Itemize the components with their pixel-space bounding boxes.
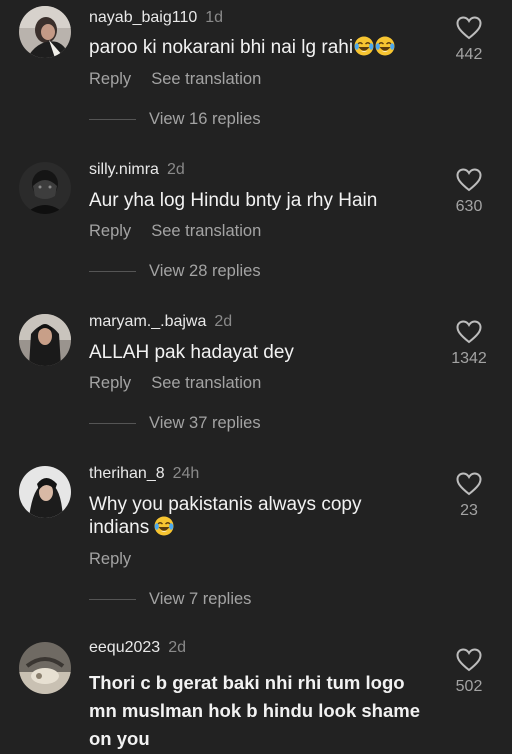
comment-text-content: Thori c b gerat baki nhi rhi tum logo mn… (89, 672, 420, 749)
view-replies-label: View 16 replies (149, 110, 261, 128)
like-button[interactable]: 502 (444, 648, 494, 696)
like-count: 630 (455, 198, 483, 215)
view-replies-label: View 28 replies (149, 262, 261, 280)
comment-actions: Reply See translation (89, 372, 261, 394)
divider-line (89, 599, 136, 601)
like-button[interactable]: 630 (444, 168, 494, 216)
comment-text-line-2: indians (89, 517, 150, 538)
like-count: 23 (460, 502, 478, 519)
see-translation-button[interactable]: See translation (151, 374, 261, 392)
comments-list: nayab_baig110 1d paroo ki nokarani bhi na… (0, 0, 512, 754)
comment-text-content: Aur yha log Hindu bnty ja rhy Hain (89, 190, 378, 211)
avatar[interactable] (19, 314, 71, 366)
avatar[interactable] (19, 162, 71, 214)
view-replies-button[interactable]: View 28 replies (89, 259, 261, 283)
avatar[interactable] (19, 642, 71, 694)
like-button[interactable]: 1342 (444, 320, 494, 368)
see-translation-button[interactable]: See translation (151, 222, 261, 240)
comment-age: 2d (166, 161, 185, 178)
username[interactable]: nayab_baig110 (89, 9, 197, 26)
comment-text: Thori c b gerat baki nhi rhi tum logo mn… (89, 669, 434, 753)
username[interactable]: eequ2023 (89, 639, 160, 656)
divider-line (89, 271, 136, 273)
view-replies-button[interactable]: View 37 replies (89, 411, 261, 435)
avatar[interactable] (19, 466, 71, 518)
reply-button[interactable]: Reply (89, 550, 131, 568)
view-replies-label: View 37 replies (149, 414, 261, 432)
comment-text-content: ALLAH pak hadayat dey (89, 342, 294, 363)
like-count: 442 (455, 46, 483, 63)
view-replies-button[interactable]: View 7 replies (89, 587, 251, 611)
comment-header: silly.nimra 2d (89, 159, 185, 181)
heart-outline-icon (456, 16, 482, 40)
username[interactable]: silly.nimra (89, 161, 159, 178)
comment-text-line-1: Why you pakistanis always copy (89, 494, 362, 515)
comment-header: therihan_8 24h (89, 463, 199, 485)
comment-age: 24h (172, 465, 200, 482)
reply-button[interactable]: Reply (89, 374, 131, 392)
comment-age: 2d (168, 639, 186, 656)
like-count: 1342 (451, 350, 487, 367)
reply-button[interactable]: Reply (89, 70, 131, 88)
comment-text: ALLAH pak hadayat dey (89, 341, 429, 364)
divider-line (89, 423, 136, 425)
like-count: 502 (455, 678, 483, 695)
comment-actions: Reply See translation (89, 68, 261, 90)
face-with-tears-of-joy-icon (354, 36, 374, 56)
username[interactable]: maryam._.bajwa (89, 313, 206, 330)
comment-actions: Reply See translation (89, 220, 261, 242)
face-with-tears-of-joy-icon (375, 36, 395, 56)
face-with-tears-of-joy-icon (154, 516, 174, 536)
view-replies-button[interactable]: View 16 replies (89, 107, 261, 131)
divider-line (89, 119, 136, 121)
comment-text: Why you pakistanis always copy indians (89, 493, 429, 539)
comment-header: nayab_baig110 1d (89, 7, 223, 29)
view-replies-label: View 7 replies (149, 590, 252, 608)
comment-actions: Reply (89, 548, 131, 570)
comment-header: maryam._.bajwa 2d (89, 311, 232, 333)
heart-outline-icon (456, 472, 482, 496)
comment-age: 2d (214, 313, 233, 330)
comment-text: Aur yha log Hindu bnty ja rhy Hain (89, 189, 429, 212)
comment-header: eequ2023 2d (89, 637, 186, 659)
reply-button[interactable]: Reply (89, 222, 131, 240)
heart-outline-icon (456, 168, 482, 192)
heart-outline-icon (456, 648, 482, 672)
comment-age: 1d (205, 9, 224, 26)
avatar[interactable] (19, 6, 71, 58)
comment-text-content: paroo ki nokarani bhi nai lg rahi (89, 37, 354, 58)
username[interactable]: therihan_8 (89, 465, 165, 482)
heart-outline-icon (456, 320, 482, 344)
comment-text: paroo ki nokarani bhi nai lg rahi (89, 36, 429, 59)
like-button[interactable]: 442 (444, 16, 494, 64)
see-translation-button[interactable]: See translation (151, 70, 261, 88)
like-button[interactable]: 23 (444, 472, 494, 520)
